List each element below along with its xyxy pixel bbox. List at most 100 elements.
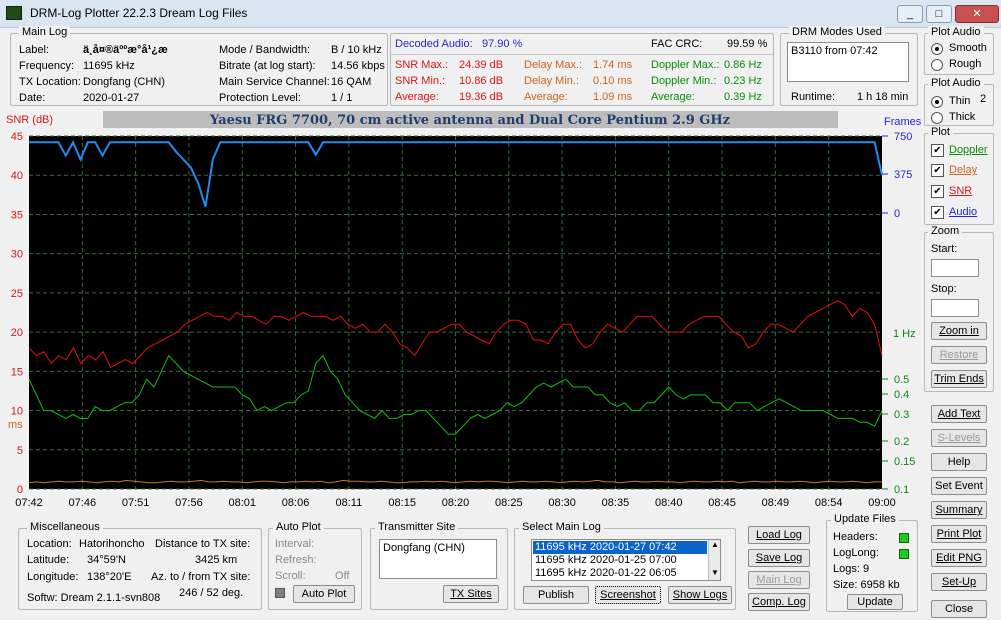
y-axis-label-frames: Frames: [884, 116, 922, 128]
mode-key: Mode / Bandwidth:: [219, 44, 311, 56]
y-tick-label: 25: [11, 288, 23, 300]
bitrate-key: Bitrate (at log start):: [219, 60, 316, 72]
log-list-item-selected[interactable]: 11695 kHz 2020-01-27 07:42: [533, 541, 707, 554]
main-log-button[interactable]: Main Log: [748, 571, 810, 589]
delay-max-key: Delay Max.:: [524, 59, 583, 71]
tx-sites-button[interactable]: TX Sites: [443, 585, 499, 603]
add-text-button[interactable]: Add Text: [931, 405, 987, 423]
longitude-key: Longitude:: [27, 571, 79, 583]
doppler-avg-value: 0.39 Hz: [724, 91, 762, 103]
label-value: ä¸­å¤®äººæ°å¹¿æ­: [83, 44, 168, 56]
x-tick-label: 08:40: [655, 497, 683, 509]
x-tick-label: 08:01: [228, 497, 256, 509]
update-button[interactable]: Update: [847, 594, 903, 610]
rough-radio[interactable]: [931, 59, 943, 71]
smooth-radio[interactable]: [931, 43, 943, 55]
drm-modes-list[interactable]: B3110 from 07:42: [787, 42, 909, 82]
fac-crc-value: 99.59 %: [727, 38, 768, 50]
y-axis-label-ms: ms: [8, 419, 23, 431]
rough-label: Rough: [949, 58, 982, 70]
transmitter-site-list[interactable]: Dongfang (CHN): [379, 539, 497, 579]
trim-ends-button[interactable]: Trim Ends: [931, 370, 987, 388]
misc-group: Miscellaneous Location: Hatorihoncho Dis…: [18, 521, 262, 610]
scroll-value: Off: [335, 570, 350, 582]
zoom-in-button[interactable]: Zoom in: [931, 322, 987, 340]
zoom-start-input[interactable]: [931, 259, 979, 277]
y-tick-label: 0: [17, 484, 23, 496]
show-logs-button[interactable]: Show Logs: [668, 586, 732, 604]
snr-label: SNR: [949, 185, 973, 197]
log-list-item[interactable]: 11695 kHz 2020-01-25 07:00: [533, 554, 707, 567]
load-log-button[interactable]: Load Log: [748, 526, 810, 544]
plot-select-legend: Plot: [928, 126, 953, 138]
plot-select-group: Plot ✔ Doppler ✔ Delay ✔ SNR ✔ Audio: [924, 126, 994, 225]
tx-location-key: TX Location:: [19, 76, 81, 88]
y-tick-label: 40: [11, 170, 23, 182]
select-main-log-legend: Select Main Log: [519, 521, 604, 533]
plot-audio-thickness-group: Plot Audio Thin 2 Thick: [924, 77, 994, 126]
location-key: Location:: [27, 538, 72, 550]
transmitter-site-group: Transmitter Site Dongfang (CHN) TX Sites: [370, 521, 508, 610]
azimuth-key: Az. to / from TX site:: [151, 571, 251, 583]
y-tick-label: 35: [11, 209, 23, 221]
delay-checkbox[interactable]: ✔: [931, 164, 944, 177]
doppler-min-value: 0.23 Hz: [724, 75, 762, 87]
close-window-button[interactable]: ✕: [955, 5, 999, 23]
scroll-down-icon[interactable]: ▼: [711, 568, 719, 577]
publish-button[interactable]: Publish: [523, 586, 589, 604]
minimize-button[interactable]: _: [897, 5, 923, 23]
update-files-legend: Update Files: [831, 513, 899, 525]
doppler-checkbox[interactable]: ✔: [931, 144, 944, 157]
logs-size: Size: 6958 kb: [833, 579, 900, 591]
screenshot-button[interactable]: Screenshot: [595, 586, 661, 604]
maximize-button[interactable]: □: [926, 5, 952, 23]
auto-plot-button[interactable]: Auto Plot: [293, 585, 355, 603]
headers-label: Headers:: [833, 531, 878, 543]
location-value: Hatorihoncho: [79, 538, 145, 550]
x-tick-label: 07:42: [15, 497, 43, 509]
zoom-stop-input[interactable]: [931, 299, 979, 317]
y-axis-label-snr: SNR (dB): [6, 114, 53, 126]
audio-checkbox[interactable]: ✔: [931, 206, 944, 219]
frames-tick-label: 0: [894, 208, 900, 220]
interval-label: Interval:: [275, 538, 315, 550]
doppler-min-key: Doppler Min.:: [651, 75, 717, 87]
x-tick-label: 08:25: [495, 497, 523, 509]
label-key: Label:: [19, 44, 49, 56]
update-files-group: Update Files Headers: LogLong: Logs: 9 S…: [826, 513, 918, 612]
scroll-up-icon[interactable]: ▲: [711, 540, 719, 549]
x-tick-label: 08:15: [388, 497, 416, 509]
select-main-log-group: Select Main Log 11695 kHz 2020-01-27 07:…: [514, 521, 736, 610]
log-list-scrollbar[interactable]: ▲ ▼: [708, 540, 720, 580]
summary-button[interactable]: Summary: [931, 501, 987, 519]
s-levels-button[interactable]: S-Levels: [931, 429, 987, 447]
help-button[interactable]: Help: [931, 453, 987, 471]
log-list-item[interactable]: 11695 kHz 2020-01-22 06:05: [533, 567, 707, 580]
print-plot-button[interactable]: Print Plot: [931, 525, 987, 543]
y-tick-label: 15: [11, 366, 23, 378]
window-title: DRM-Log Plotter 22.2.3 Dream Log Files: [30, 6, 248, 20]
set-up-button[interactable]: Set-Up: [931, 573, 987, 591]
y-axis-label-hz: 1 Hz: [893, 328, 916, 340]
set-event-button[interactable]: Set Event: [931, 477, 987, 495]
thin-radio[interactable]: [931, 96, 943, 108]
loglong-label: LogLong:: [833, 547, 879, 559]
comp-log-button[interactable]: Comp. Log: [748, 593, 810, 611]
snr-avg-value: 19.36 dB: [459, 91, 504, 103]
msc-value: 16 QAM: [331, 76, 372, 88]
x-tick-label: 08:20: [442, 497, 470, 509]
snr-checkbox[interactable]: ✔: [931, 185, 944, 198]
restore-button[interactable]: Restore: [931, 346, 987, 364]
save-log-button[interactable]: Save Log: [748, 549, 810, 567]
date-value: 2020-01-27: [83, 92, 140, 104]
doppler-avg-key: Average:: [651, 91, 695, 103]
msc-key: Main Service Channel:: [219, 76, 330, 88]
main-log-group: Main Log Label: ä¸­å¤®äººæ°å¹¿æ­ Frequen…: [10, 26, 388, 106]
thick-radio[interactable]: [931, 112, 943, 124]
close-button[interactable]: Close: [931, 600, 987, 618]
snr-min-value: 10.86 dB: [459, 75, 504, 87]
x-tick-label: 08:30: [548, 497, 576, 509]
main-log-list[interactable]: 11695 kHz 2020-01-27 07:42 11695 kHz 202…: [531, 539, 721, 581]
x-tick-label: 09:00: [868, 497, 896, 509]
edit-png-button[interactable]: Edit PNG: [931, 549, 987, 567]
